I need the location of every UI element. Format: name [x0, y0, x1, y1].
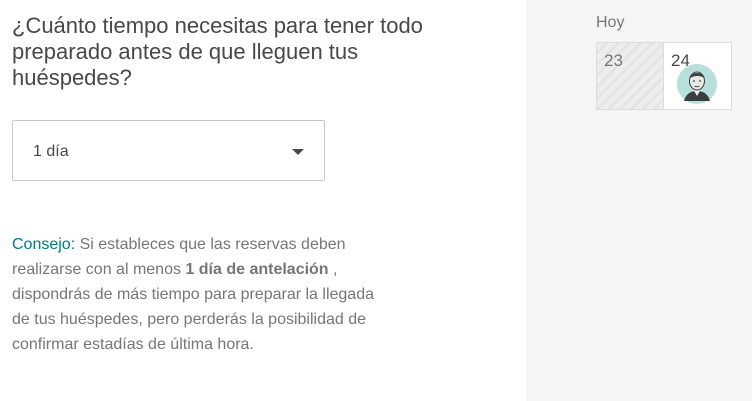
guest-avatar-icon: [677, 64, 717, 104]
tip-text-bold: 1 día de antelación: [185, 261, 329, 278]
calendar-day-unavailable: 23: [597, 43, 664, 109]
question-line-2: preparado antes de que lleguen tus: [12, 39, 359, 64]
page-question: ¿Cuánto tiempo necesitas para tener todo…: [12, 13, 502, 91]
calendar-day-guest-arrival: 24: [664, 43, 731, 109]
tip-text: Consejo: Si estableces que las reservas …: [12, 232, 384, 357]
calendar-preview-panel: Hoy 23 24: [526, 0, 752, 401]
question-line-3: huéspedes?: [12, 65, 132, 90]
tip-label: Consejo:: [12, 236, 76, 253]
question-line-1: ¿Cuánto tiempo necesitas para tener todo: [12, 13, 423, 38]
mini-calendar: 23 24: [596, 42, 732, 110]
preparation-time-select[interactable]: 1 día: [12, 120, 325, 181]
today-label: Hoy: [596, 14, 625, 31]
day-number: 23: [604, 51, 623, 70]
select-value: 1 día: [33, 143, 69, 160]
chevron-down-icon: [292, 149, 304, 155]
